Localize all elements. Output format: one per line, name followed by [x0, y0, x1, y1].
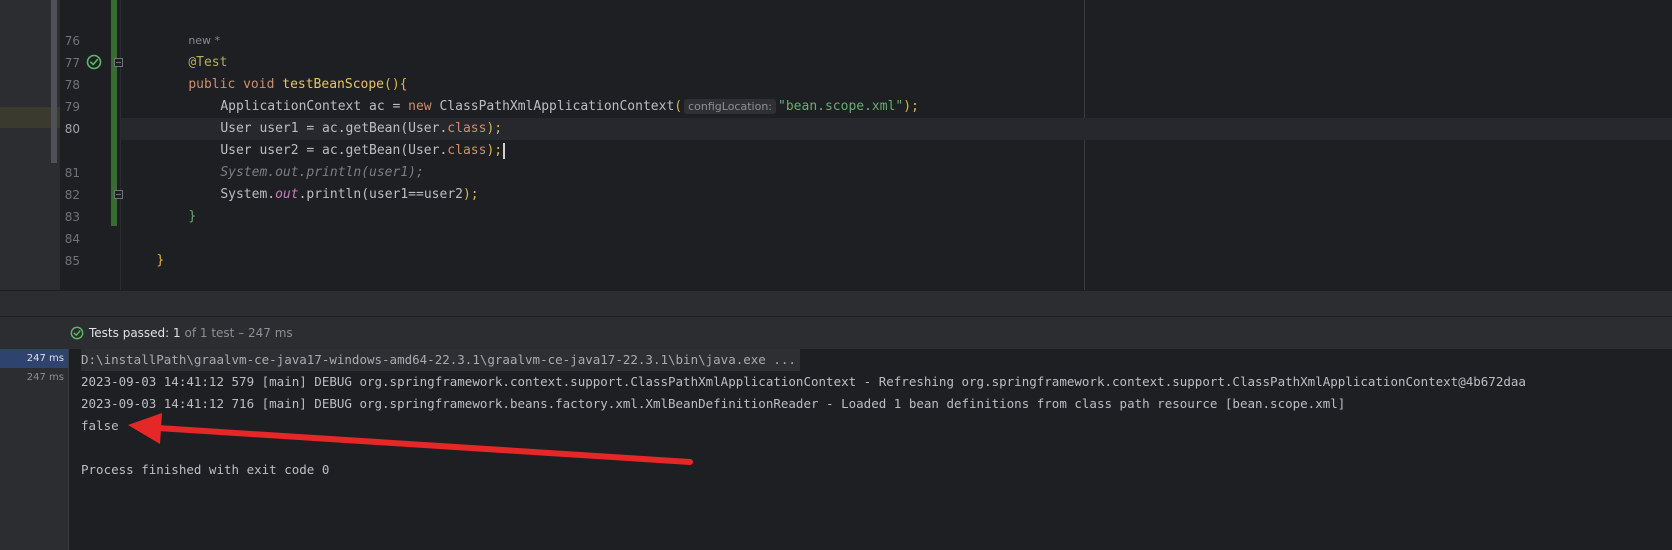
code-line[interactable]: } — [157, 184, 196, 224]
brace: } — [156, 253, 165, 268]
static-field: out — [275, 187, 299, 202]
line-number: 78 — [64, 78, 80, 92]
line-number: 77 — [64, 56, 80, 70]
paren: ( — [674, 99, 683, 114]
code-line[interactable]: public void testBeanScope(){ — [157, 52, 407, 92]
editor-scrollbar[interactable] — [51, 0, 57, 163]
code-line[interactable]: User user1 = ac.getBean(User.class); — [189, 96, 502, 136]
line-number: 84 — [64, 232, 80, 246]
code-text: user1==user2 — [369, 187, 463, 202]
line-number — [60, 140, 80, 162]
gutter-divider — [120, 0, 121, 290]
usage-hint-line: new * — [157, 8, 220, 47]
code-line-current[interactable]: User user2 = ac.getBean(User.class); — [189, 118, 506, 159]
line-number: 79 — [64, 100, 80, 114]
line-number: 85 — [64, 254, 80, 268]
paren-semicolon: ); — [903, 99, 919, 114]
paren-semicolon: ); — [462, 187, 479, 202]
test-status: Tests passed: 1 of 1 test – 247 ms — [70, 324, 293, 342]
line-number: 76 — [64, 34, 80, 48]
fold-collapse-icon[interactable] — [114, 58, 123, 67]
console-log-line: 2023-09-03 14:41:12 579 [main] DEBUG org… — [81, 374, 1526, 389]
code-line[interactable]: System.out.println(user1==user2); — [189, 162, 478, 202]
console-exit-line: Process finished with exit code 0 — [81, 462, 330, 477]
text-caret — [503, 142, 506, 159]
status-details: of 1 test – 247 ms — [180, 326, 293, 340]
line-number: 82 — [64, 188, 80, 202]
test-tree-row[interactable]: 247 ms — [0, 368, 68, 387]
run-panel-header: Tests passed: 1 of 1 test – 247 ms — [0, 316, 1672, 350]
code-line[interactable]: ApplicationContext ac = new ClassPathXml… — [189, 74, 919, 114]
run-test-gutter-icon[interactable] — [86, 54, 102, 70]
string-literal: "bean.scope.xml" — [778, 99, 904, 114]
console-output[interactable]: D:\installPath\graalvm-ce-java17-windows… — [68, 349, 1672, 550]
test-tree-row-selected[interactable]: 247 ms — [0, 349, 68, 368]
code-line-commented[interactable]: System.out.println(user1); — [189, 140, 424, 180]
code-line[interactable]: @Test — [157, 30, 227, 70]
code-line[interactable]: } — [125, 228, 164, 268]
code-text: System. — [220, 187, 276, 202]
line-number-current: 80 — [64, 122, 80, 136]
console-output-result: false — [81, 418, 119, 433]
code-editor[interactable]: new * 76 77 78 79 80 81 82 83 84 85 @Tes… — [0, 0, 1672, 290]
test-tree: 247 ms 247 ms — [0, 349, 68, 550]
paren-semicolon: ); — [486, 143, 503, 158]
console-log-line: 2023-09-03 14:41:12 716 [main] DEBUG org… — [81, 396, 1346, 411]
code-text: .println( — [298, 187, 370, 202]
status-count: 1 — [173, 326, 181, 340]
parameter-hint: configLocation: — [684, 99, 777, 114]
line-number: 81 — [64, 166, 80, 180]
panel-toolbar — [0, 290, 1672, 317]
fold-end-icon[interactable] — [114, 190, 123, 199]
brace: } — [188, 209, 197, 224]
tests-passed-icon — [70, 326, 84, 340]
line-number: 83 — [64, 210, 80, 224]
console-command-line[interactable]: D:\installPath\graalvm-ce-java17-windows… — [81, 349, 800, 371]
keyword: class — [447, 143, 487, 158]
status-label: Tests passed: — [89, 326, 174, 340]
right-margin-guide — [1084, 0, 1085, 290]
